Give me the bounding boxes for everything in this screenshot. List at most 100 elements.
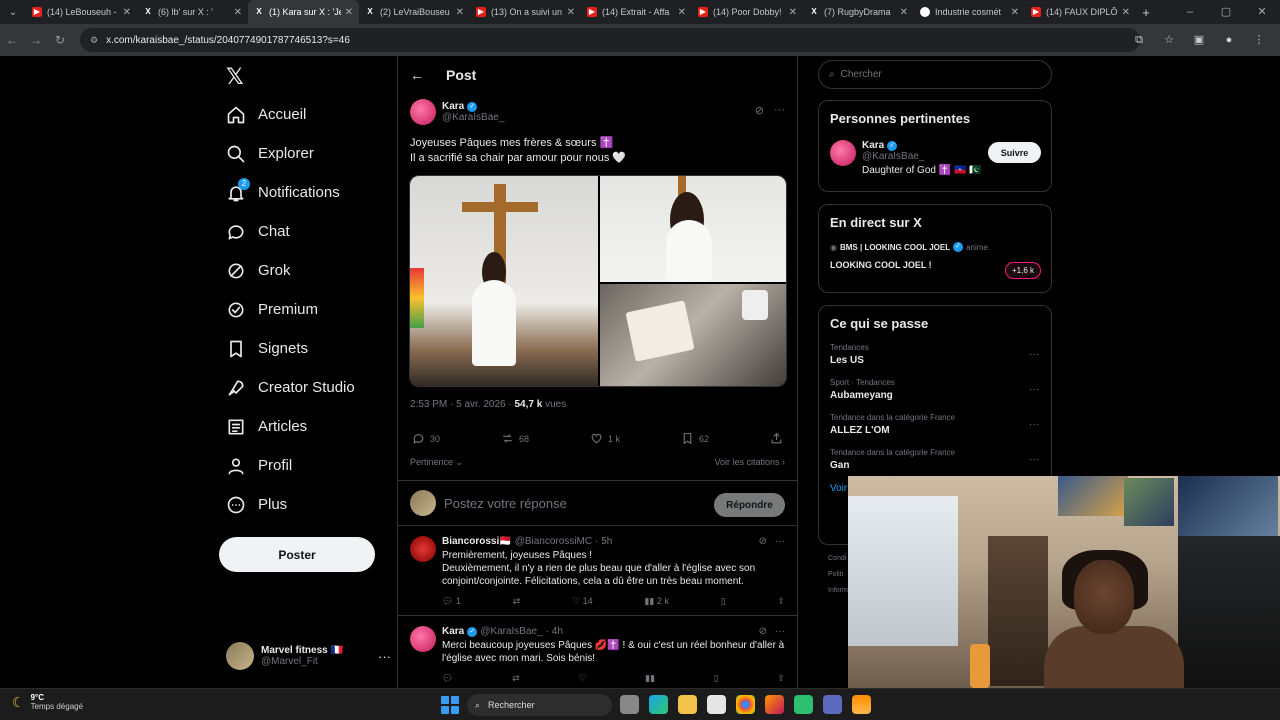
author-handle[interactable]: @KaraIsBae_ (442, 112, 504, 123)
app-icon[interactable] (794, 695, 813, 714)
close-tab-icon[interactable]: ✕ (789, 7, 797, 18)
windows-start-icon[interactable] (441, 696, 459, 714)
browser-tab[interactable]: X (2) LeVraiBouseu ✕ (359, 0, 470, 24)
avatar[interactable] (410, 626, 436, 652)
app-icon[interactable] (823, 695, 842, 714)
more-icon[interactable]: ··· (1029, 454, 1039, 465)
trend-item[interactable]: Tendances Les US ··· (819, 331, 1051, 366)
bookmark-icon[interactable]: ▯ (721, 596, 726, 607)
author-name[interactable]: Kara (442, 101, 464, 112)
task-view-icon[interactable] (620, 695, 639, 714)
tab-search-icon[interactable]: ⌄ (0, 0, 26, 24)
chrome-icon[interactable] (736, 695, 755, 714)
more-icon[interactable]: ··· (378, 649, 391, 664)
relevant-person[interactable]: Kara ✓ @KaraIsBae_ Daughter of God ✝️ 🇭🇹 … (819, 126, 1051, 184)
minimize-icon[interactable]: – (1172, 0, 1208, 24)
file-explorer-icon[interactable] (678, 695, 697, 714)
close-window-icon[interactable]: ✕ (1244, 0, 1280, 24)
reply-action[interactable]: 💬︎ 1 (442, 596, 461, 607)
footer-link[interactable]: Inform (828, 583, 848, 599)
extensions-icon[interactable]: ▣ (1188, 28, 1210, 52)
more-icon[interactable]: ··· (1029, 419, 1039, 430)
bookmark-icon[interactable]: ▯ (714, 673, 719, 684)
grok-icon[interactable]: ⊘ (759, 626, 767, 637)
sort-dropdown[interactable]: Pertinence ⌄ (410, 457, 463, 468)
post-button[interactable]: Poster (219, 537, 375, 572)
install-app-icon[interactable]: ⧉ (1128, 28, 1150, 52)
browser-tab[interactable]: ▶ (14) Extrait - Affa ✕ (581, 0, 692, 24)
nav-item-profil[interactable]: Profil (218, 446, 398, 485)
close-tab-icon[interactable]: ✕ (678, 7, 686, 18)
grok-icon[interactable]: ⊘ (755, 104, 764, 117)
reply-author[interactable]: Biancorossi🇲🇨 (442, 536, 512, 547)
reload-icon[interactable]: ↻ (48, 33, 72, 47)
media-photo-portrait[interactable] (600, 176, 786, 282)
more-icon[interactable]: ··· (1029, 349, 1039, 360)
browser-tab[interactable]: X (7) RugbyDrama ✕ (803, 0, 914, 24)
close-tab-icon[interactable]: ✕ (567, 7, 575, 18)
media-photo-church[interactable] (410, 176, 598, 386)
reply-tweet[interactable]: Biancorossi🇲🇨 @BiancorossiMC · 5h Premièrem… (398, 526, 797, 616)
browser-tab[interactable]: ▶ (14) Poor Dobby! ✕ (692, 0, 803, 24)
close-tab-icon[interactable]: ✕ (900, 7, 908, 18)
nav-item-signets[interactable]: Signets (218, 329, 398, 368)
close-tab-icon[interactable]: ✕ (123, 7, 131, 18)
reply-input[interactable]: Postez votre réponse (444, 496, 567, 511)
reply-tweet[interactable]: Kara ✓ @KaraIsBae_ · 4h Merci beaucoup joyeu… (398, 616, 797, 688)
reply-author[interactable]: Kara (442, 626, 464, 637)
repost-action[interactable]: ⇄ (512, 673, 520, 684)
profile-icon[interactable]: ● (1218, 28, 1240, 52)
new-tab-button[interactable]: + (1136, 5, 1156, 20)
tweet-timestamp[interactable]: 2:53 PM · 5 avr. 2026 · (410, 399, 515, 410)
weather-widget[interactable]: ☾ 9°C Temps dégagé (12, 693, 83, 711)
views-action[interactable]: ▮▮ (645, 673, 655, 684)
close-tab-icon[interactable]: ✕ (456, 7, 464, 18)
share-icon[interactable]: ⇧ (777, 596, 785, 607)
more-icon[interactable]: ··· (774, 104, 785, 117)
nav-item-grok[interactable]: Grok (218, 251, 398, 290)
like-action[interactable]: ♡ 14 (572, 596, 593, 607)
like-action[interactable]: ♡ (578, 673, 586, 684)
trend-item[interactable]: Tendance dans la catégorie France Gan ··· (819, 436, 1051, 471)
address-bar[interactable]: ⚙ x.com/karaisbae_/status/20407749017877… (80, 28, 1140, 52)
forward-arrow-icon[interactable]: → (24, 33, 48, 47)
nav-item-notifications[interactable]: 2 Notifications (218, 173, 398, 212)
avatar[interactable] (410, 536, 436, 562)
x-logo-icon[interactable]: 𝕏 (226, 64, 244, 90)
search-box[interactable]: ⌕ (818, 60, 1052, 89)
author-avatar[interactable] (410, 99, 436, 125)
close-tab-icon[interactable]: ✕ (345, 7, 353, 18)
repost-action[interactable]: 68 (501, 432, 529, 445)
browser-tab[interactable]: ▶ (14) FAUX DIPLÔ ✕ (1025, 0, 1136, 24)
repost-action[interactable]: ⇄ (513, 596, 521, 607)
nav-item-plus[interactable]: Plus (218, 485, 398, 524)
maximize-icon[interactable]: ▢ (1208, 0, 1244, 24)
close-tab-icon[interactable]: ✕ (234, 7, 242, 18)
browser-menu-icon[interactable]: ⋮ (1248, 28, 1270, 52)
trend-item[interactable]: Tendance dans la catégorie France ALLEZ L… (819, 401, 1051, 436)
reply-action[interactable]: 30 (412, 432, 440, 445)
browser-tab[interactable]: X (6) lb' sur X : ' ✕ (137, 0, 248, 24)
vlc-icon[interactable] (852, 695, 871, 714)
close-tab-icon[interactable]: ✕ (1011, 7, 1019, 18)
trend-item[interactable]: Sport · Tendances Aubameyang ··· (819, 366, 1051, 401)
nav-item-accueil[interactable]: Accueil (218, 95, 398, 134)
grok-icon[interactable]: ⊘ (759, 536, 767, 547)
share-action[interactable] (770, 432, 783, 445)
back-arrow-icon[interactable]: ← (410, 67, 424, 83)
nav-item-articles[interactable]: Articles (218, 407, 398, 446)
firefox-icon[interactable] (765, 695, 784, 714)
nav-item-chat[interactable]: Chat (218, 212, 398, 251)
close-tab-icon[interactable]: ✕ (1122, 7, 1130, 18)
footer-link[interactable]: Condi (828, 551, 848, 567)
browser-tab[interactable]: X (1) Kara sur X : 'Je ✕ (248, 0, 359, 24)
nav-item-explorer[interactable]: Explorer (218, 134, 398, 173)
reply-button[interactable]: Répondre (714, 493, 785, 517)
edge-icon[interactable] (649, 695, 668, 714)
account-switcher[interactable]: Marvel fitness 🇫🇷 @Marvel_Fit ··· (226, 642, 391, 670)
more-icon[interactable]: ··· (775, 536, 785, 547)
search-input[interactable] (840, 69, 1021, 80)
site-info-icon[interactable]: ⚙ (90, 35, 98, 46)
browser-tab[interactable]: ▶ (13) On a suivi un ✕ (470, 0, 581, 24)
star-icon[interactable]: ☆ (1158, 28, 1180, 52)
